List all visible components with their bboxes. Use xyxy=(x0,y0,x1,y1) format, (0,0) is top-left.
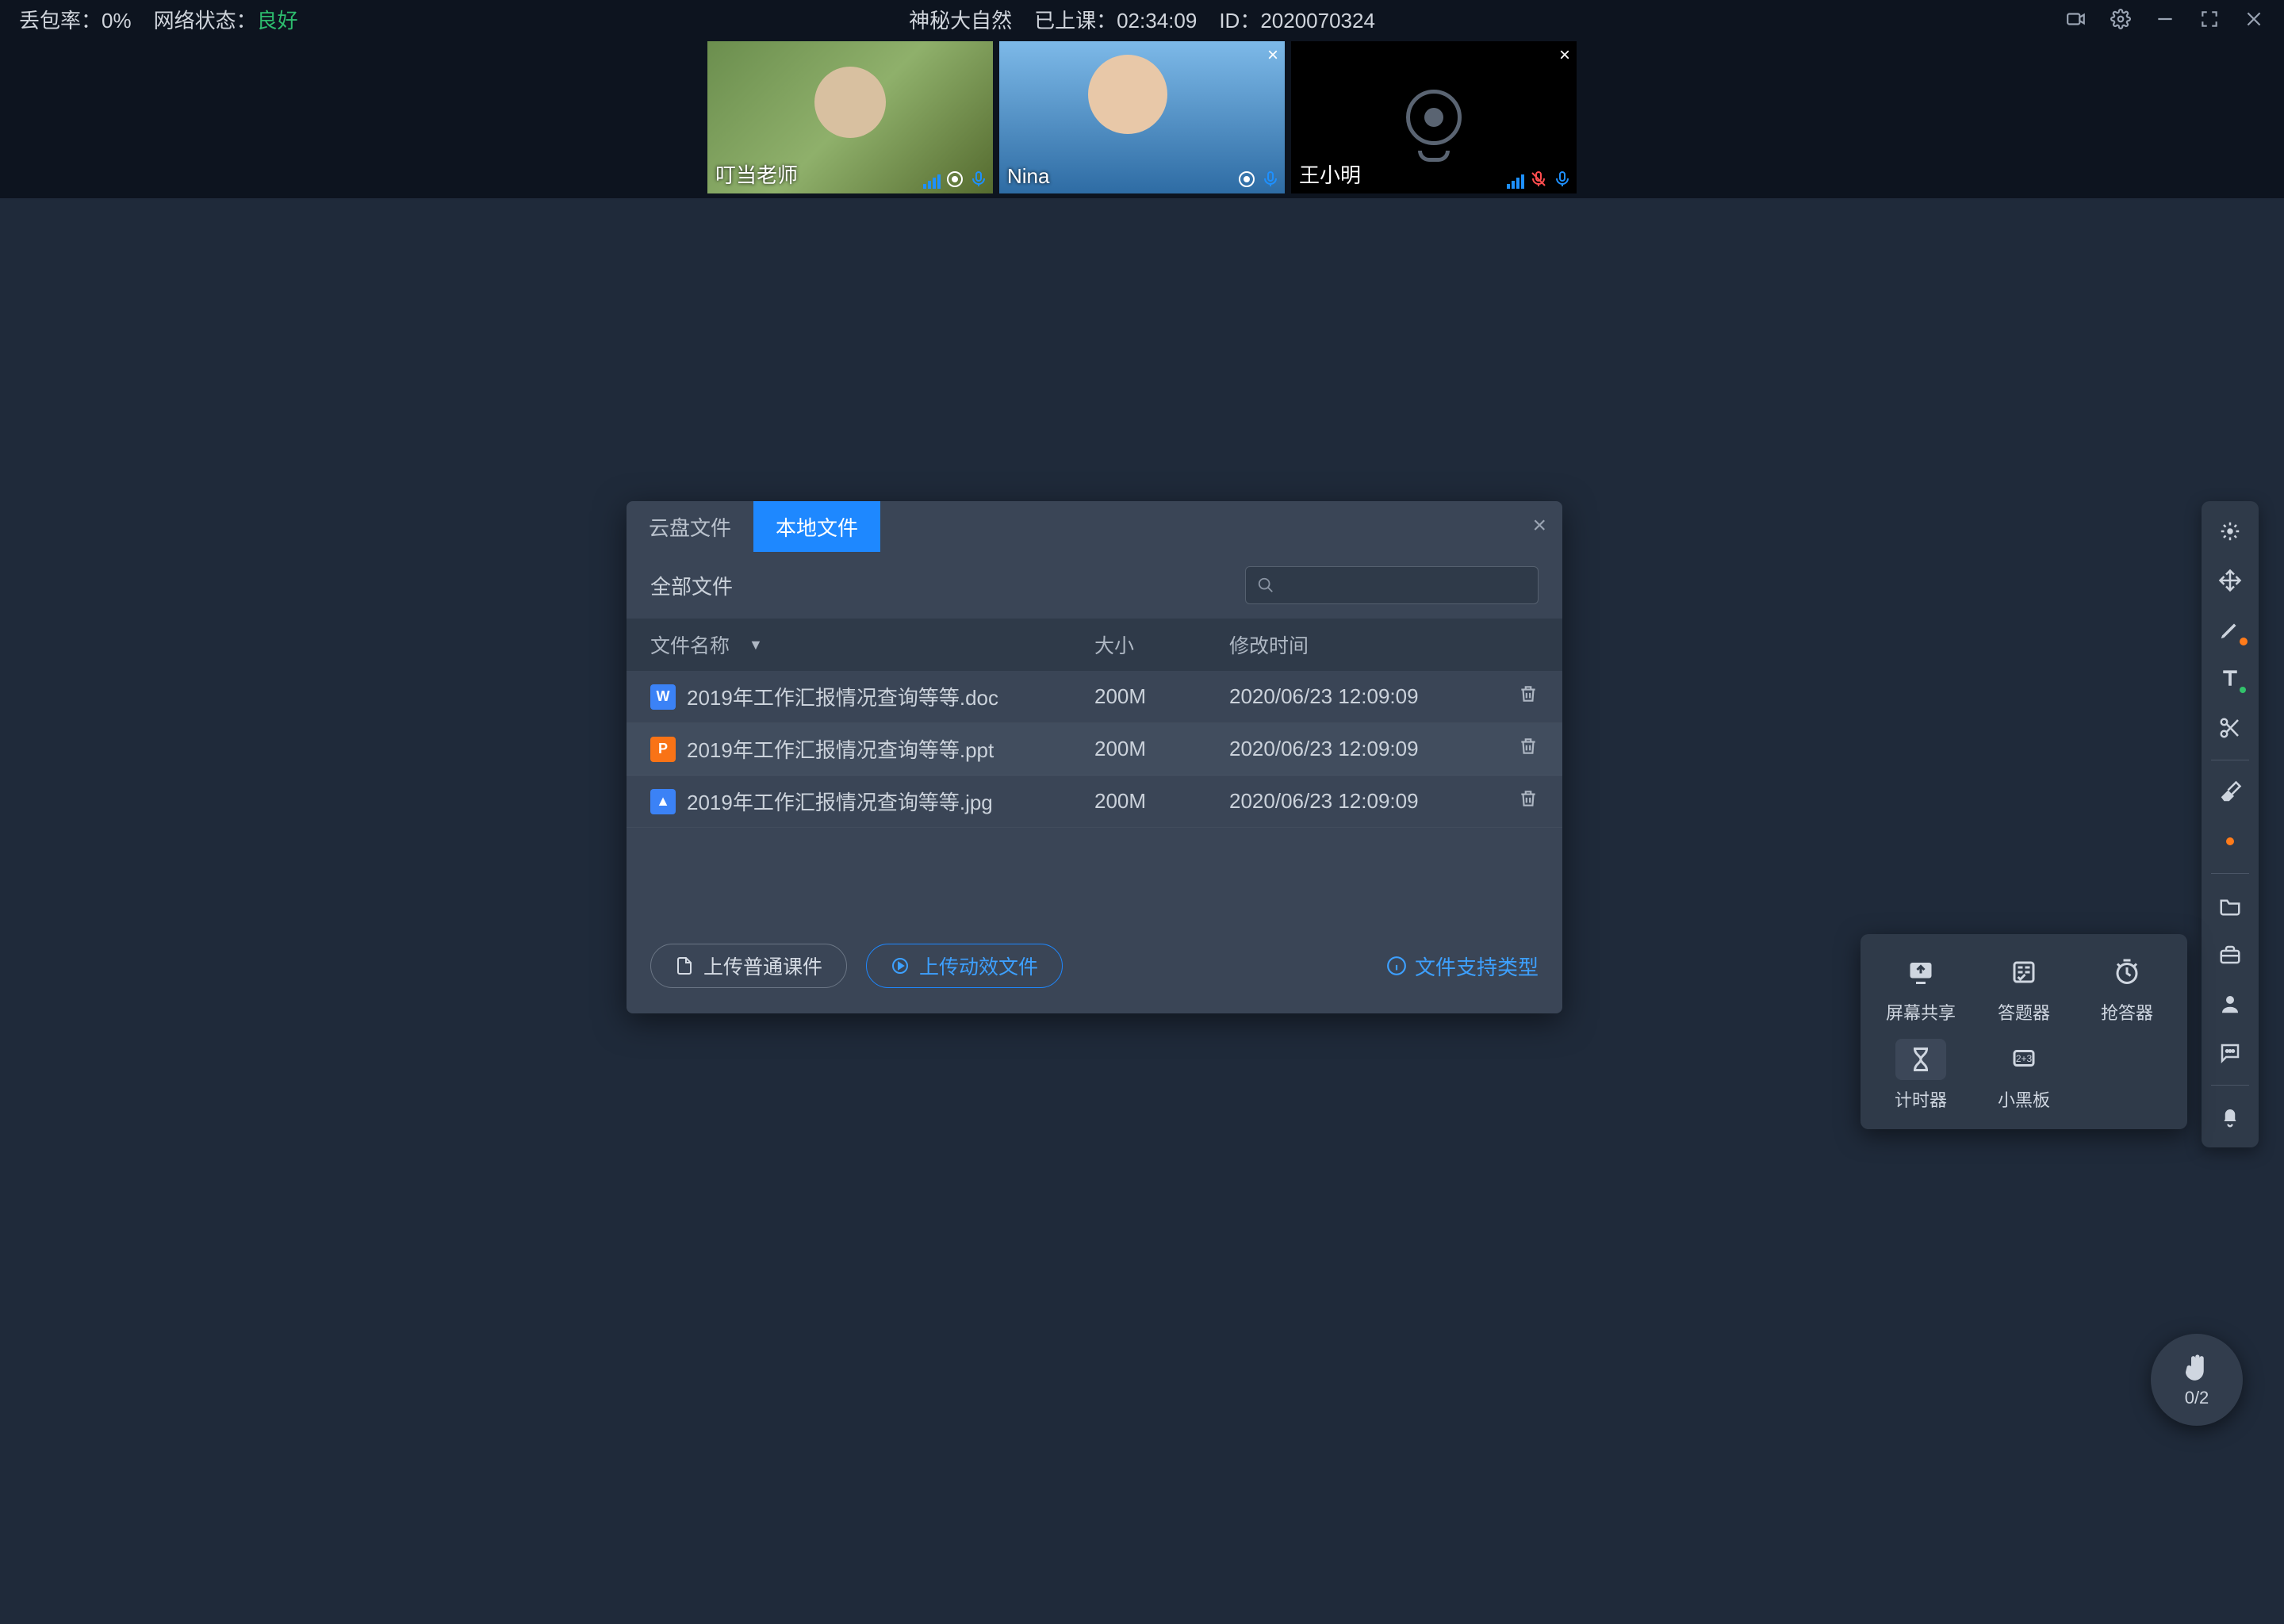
video-tile-student-2[interactable]: × 王小明 xyxy=(1291,41,1577,193)
tool-user[interactable] xyxy=(2208,982,2252,1026)
popup-blackboard[interactable]: 2+3 小黑板 xyxy=(1984,1039,2064,1112)
table-header: 文件名称 ▼ 大小 修改时间 xyxy=(627,619,1562,671)
upload-normal-button[interactable]: 上传普通课件 xyxy=(650,944,847,988)
minimize-icon[interactable] xyxy=(2154,8,2176,30)
tools-popup: 屏幕共享 答题器 抢答器 计时器 2+3 小黑板 xyxy=(1861,934,2187,1129)
mic-icon xyxy=(1261,170,1280,189)
video-tile-teacher[interactable]: 叮当老师 xyxy=(707,41,993,193)
file-date: 2020/06/23 12:09:09 xyxy=(1229,684,1491,709)
file-name: 2019年工作汇报情况查询等等.doc xyxy=(687,682,998,711)
participant-name: 王小明 xyxy=(1299,159,1361,189)
no-camera-icon xyxy=(1406,90,1462,145)
delete-icon[interactable] xyxy=(1518,790,1539,814)
svg-text:2+3: 2+3 xyxy=(2016,1053,2033,1064)
video-close-icon[interactable]: × xyxy=(1559,44,1570,67)
network-status: 网络状态：良好 xyxy=(154,5,298,34)
popup-buzzer[interactable]: 抢答器 xyxy=(2087,952,2167,1025)
signal-icon xyxy=(1507,174,1524,189)
elapsed-time: 已上课：02:34:09 xyxy=(1034,5,1197,34)
upload-animated-button[interactable]: 上传动效文件 xyxy=(866,944,1063,988)
mic-muted-icon xyxy=(1529,170,1548,189)
mic-icon xyxy=(1553,170,1572,189)
tool-color-dot[interactable] xyxy=(2208,819,2252,864)
search-icon xyxy=(1257,576,1274,594)
popup-timer[interactable]: 计时器 xyxy=(1881,1039,1960,1112)
close-icon[interactable] xyxy=(2243,8,2265,30)
signal-icon xyxy=(923,174,941,189)
delete-icon[interactable] xyxy=(1518,685,1539,709)
dialog-close-icon[interactable]: × xyxy=(1532,512,1546,539)
col-name-header[interactable]: 文件名称 xyxy=(650,630,730,659)
hand-icon xyxy=(2180,1351,2213,1385)
file-date: 2020/06/23 12:09:09 xyxy=(1229,789,1491,814)
table-row[interactable]: ▲ 2019年工作汇报情况查询等等.jpg 200M 2020/06/23 12… xyxy=(627,776,1562,828)
breadcrumb-all-files[interactable]: 全部文件 xyxy=(650,571,733,600)
file-size: 200M xyxy=(1094,684,1229,709)
mic-icon xyxy=(969,170,988,189)
file-name: 2019年工作汇报情况查询等等.ppt xyxy=(687,734,994,764)
tab-local[interactable]: 本地文件 xyxy=(753,501,880,552)
file-dialog: 云盘文件 本地文件 × 全部文件 文件名称 ▼ 大小 修改时间 W 2019年工作… xyxy=(627,501,1562,1013)
delete-icon[interactable] xyxy=(1518,737,1539,761)
tool-scissors[interactable] xyxy=(2208,706,2252,750)
tool-bell[interactable] xyxy=(2208,1095,2252,1139)
tool-eraser[interactable] xyxy=(2208,770,2252,814)
tool-pen[interactable] xyxy=(2208,607,2252,652)
file-table: 文件名称 ▼ 大小 修改时间 W 2019年工作汇报情况查询等等.doc 200M… xyxy=(627,619,1562,828)
tool-text[interactable] xyxy=(2208,657,2252,701)
file-type-icon: W xyxy=(650,684,676,710)
tool-toolbox[interactable] xyxy=(2208,933,2252,977)
room-id: ID：2020070324 xyxy=(1219,5,1375,34)
tool-folder[interactable] xyxy=(2208,883,2252,928)
participant-name: 叮当老师 xyxy=(715,159,798,189)
right-toolbar xyxy=(2202,501,2259,1147)
room-title: 神秘大自然 xyxy=(909,5,1012,34)
packet-loss: 丢包率：0% xyxy=(19,5,132,34)
file-size: 200M xyxy=(1094,789,1229,814)
tool-chat[interactable] xyxy=(2208,1031,2252,1075)
dialog-tabs: 云盘文件 本地文件 × xyxy=(627,501,1562,552)
col-size-header[interactable]: 大小 xyxy=(1094,630,1229,659)
sort-icon[interactable]: ▼ xyxy=(749,637,763,653)
tool-laser[interactable] xyxy=(2208,509,2252,553)
tool-move[interactable] xyxy=(2208,558,2252,603)
file-type-icon: ▲ xyxy=(650,789,676,814)
video-tile-student-1[interactable]: × Nina xyxy=(999,41,1285,193)
table-row[interactable]: W 2019年工作汇报情况查询等等.doc 200M 2020/06/23 12… xyxy=(627,671,1562,723)
tab-cloud[interactable]: 云盘文件 xyxy=(627,501,753,552)
col-date-header[interactable]: 修改时间 xyxy=(1229,630,1491,659)
top-bar: 丢包率：0% 网络状态：良好 神秘大自然 已上课：02:34:09 ID：202… xyxy=(0,0,2284,38)
supported-types-link[interactable]: 文件支持类型 xyxy=(1386,952,1539,981)
search-input[interactable] xyxy=(1245,566,1539,604)
file-size: 200M xyxy=(1094,737,1229,761)
camera-icon xyxy=(945,170,964,189)
video-close-icon[interactable]: × xyxy=(1267,44,1278,67)
popup-answer[interactable]: 答题器 xyxy=(1984,952,2064,1025)
record-icon[interactable] xyxy=(2065,8,2087,30)
video-strip: 叮当老师 × Nina × 王小明 xyxy=(0,38,2284,198)
fullscreen-icon[interactable] xyxy=(2198,8,2221,30)
popup-screen-share[interactable]: 屏幕共享 xyxy=(1881,952,1960,1025)
hand-count: 0/2 xyxy=(2185,1388,2209,1408)
camera-icon xyxy=(1237,170,1256,189)
participant-name: Nina xyxy=(1007,164,1049,189)
settings-icon[interactable] xyxy=(2110,8,2132,30)
file-date: 2020/06/23 12:09:09 xyxy=(1229,737,1491,761)
hand-raise-button[interactable]: 0/2 xyxy=(2151,1334,2243,1426)
file-type-icon: P xyxy=(650,737,676,762)
table-row[interactable]: P 2019年工作汇报情况查询等等.ppt 200M 2020/06/23 12… xyxy=(627,723,1562,776)
file-name: 2019年工作汇报情况查询等等.jpg xyxy=(687,787,993,816)
